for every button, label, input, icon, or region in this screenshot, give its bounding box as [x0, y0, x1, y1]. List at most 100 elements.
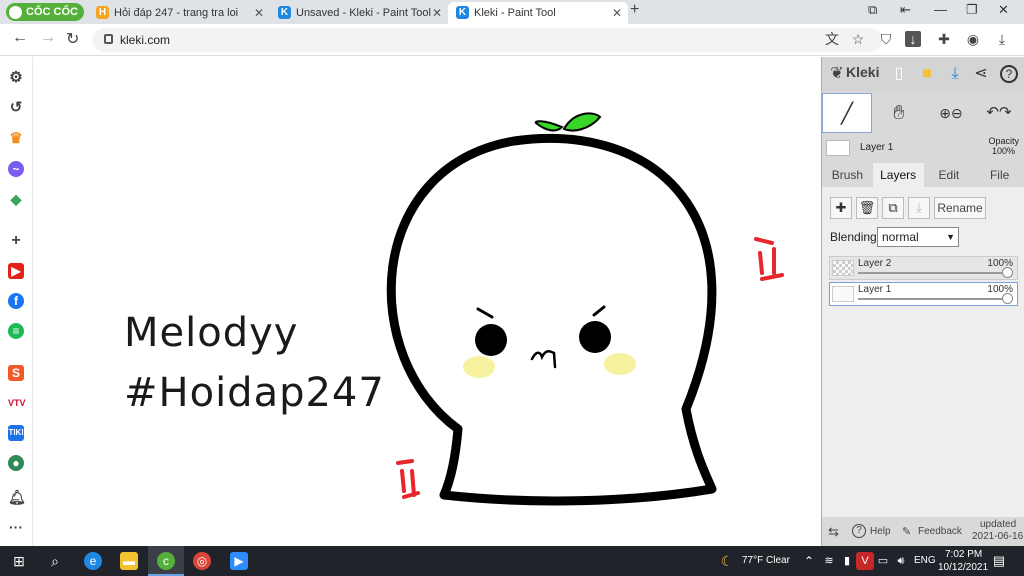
save-download-icon[interactable]: ⤓ [946, 65, 964, 83]
forward-icon[interactable]: → [40, 29, 56, 47]
left-eye [475, 324, 507, 356]
help-circle-icon: ? [852, 524, 866, 538]
youtube-icon[interactable]: ▶ [8, 263, 24, 279]
layer-opacity-knob[interactable] [1002, 267, 1013, 278]
minimize-icon[interactable]: — [934, 2, 947, 17]
weather-text[interactable]: 77°F Clear [742, 555, 790, 566]
layer-opacity-knob[interactable] [1002, 293, 1013, 304]
tab-brush[interactable]: Brush [822, 163, 873, 187]
volume-icon[interactable]: 🔊︎ [892, 552, 910, 570]
notification-icon[interactable]: ▤ [990, 552, 1008, 570]
layers-panel: ✚ 🗑︎ ⧉ ⤓ Rename Blending normal ▼ Layer … [822, 187, 1024, 517]
crown-icon[interactable]: ♛ [8, 131, 24, 147]
network-icon[interactable]: ▭ [874, 552, 892, 570]
right-eye [579, 321, 611, 353]
close-window-icon[interactable]: ✕ [998, 2, 1009, 18]
close-tab-icon[interactable]: ✕ [432, 2, 442, 24]
lock-icon [104, 34, 113, 44]
blending-select[interactable]: normal ▼ [877, 227, 959, 247]
downloads-icon[interactable]: ⤓ [994, 31, 1010, 47]
help-icon[interactable]: ? [1000, 65, 1018, 83]
tab-layers[interactable]: Layers [872, 163, 924, 187]
tab-edit[interactable]: Edit [924, 163, 975, 187]
history-icon[interactable]: ↺ [8, 100, 24, 116]
zoom-icon: ⊕⊖ [939, 105, 963, 121]
messenger-icon[interactable]: ~ [8, 161, 24, 177]
restore-icon[interactable]: ❐ [966, 2, 978, 18]
tab-hoidap[interactable]: H Hỏi đáp 247 - trang tra loi ✕ [88, 2, 270, 24]
close-tab-icon[interactable]: ✕ [254, 2, 264, 24]
soccer-icon[interactable]: ● [8, 455, 24, 471]
tab-kleki-active[interactable]: K Kleki - Paint Tool ✕ [448, 2, 628, 24]
profile-icon[interactable]: ◉ [965, 31, 981, 47]
bookmark-star-icon[interactable]: ☆ [850, 31, 866, 47]
windows-start-icon[interactable]: ⊞ [10, 552, 28, 570]
new-image-icon[interactable]: ▯ [890, 65, 908, 83]
zoom-button[interactable]: ⊕⊖ [926, 93, 976, 133]
duplicate-layer-icon[interactable]: ⧉ [882, 197, 904, 219]
updated-date: 2021-06-16 [972, 531, 1024, 542]
vtv-icon[interactable]: VTV [8, 395, 26, 411]
doodle-drawing [386, 112, 784, 506]
rename-button[interactable]: Rename [934, 197, 986, 219]
coccoc-taskbar-icon[interactable]: c [157, 552, 175, 570]
translate-icon[interactable]: 文 [824, 31, 840, 47]
shield-icon[interactable]: ⛉ [878, 31, 894, 47]
tab-file[interactable]: File [974, 163, 1024, 187]
search-icon[interactable]: ⌕ [46, 552, 64, 570]
layer-opacity-slider[interactable] [858, 298, 1006, 300]
kleki-footer: ⇆ ? Help ✎ Feedback updated 2021-06-16 [822, 517, 1024, 546]
tab-search-icon[interactable]: ⧉ [868, 2, 877, 18]
layer-row-2[interactable]: Layer 2 100% [829, 256, 1018, 280]
mic-icon[interactable]: ▮ [838, 552, 856, 570]
zoom-app-icon[interactable]: ▶ [230, 552, 248, 570]
edge-icon[interactable]: e [84, 552, 102, 570]
url-field[interactable]: kleki.com [92, 28, 882, 52]
add-icon[interactable]: + [8, 233, 24, 249]
clock-time[interactable]: 7:02 PM [945, 549, 982, 560]
brush-icon: ╱ [840, 103, 854, 125]
coccoc-menu-button[interactable]: CỐC CỐC [6, 3, 84, 21]
layer-row-1[interactable]: Layer 1 100% [829, 282, 1018, 306]
head-outline [386, 133, 717, 506]
tiki-icon[interactable]: TIKI [8, 425, 24, 441]
new-tab-icon[interactable]: + [630, 1, 639, 19]
undo-redo-button[interactable]: ↶↷ [974, 93, 1024, 133]
hand-tool-button[interactable]: ✋︎ [874, 93, 924, 133]
wifi-icon[interactable]: ≋ [820, 552, 838, 570]
more-icon[interactable]: ··· [8, 519, 24, 535]
gamepad-icon[interactable]: ◆ [8, 191, 24, 207]
address-bar: ← → ↻ kleki.com 文 ☆ ⛉ ↓ ✚ ◉ ⤓ [0, 24, 1024, 56]
opacity-label: Opacity [988, 136, 1019, 146]
chrome-icon[interactable]: ◎ [193, 552, 211, 570]
share-icon[interactable]: ⋖ [972, 65, 990, 83]
pin-icon[interactable]: ⇤ [900, 2, 911, 18]
drawing-canvas[interactable]: Melodyy #Hoidap247 [34, 57, 821, 546]
download-box-icon[interactable]: ↓ [905, 31, 921, 47]
swap-icon[interactable]: ⇆ [828, 524, 839, 540]
app-v-icon[interactable]: V [856, 552, 874, 570]
anger-mark-right [754, 237, 784, 281]
shopee-icon[interactable]: S [8, 365, 24, 381]
bell-icon[interactable]: 🔔︎ [8, 489, 26, 505]
settings-gear-icon[interactable]: ⚙ [8, 70, 24, 86]
delete-layer-icon[interactable]: 🗑︎ [856, 197, 878, 219]
file-explorer-icon[interactable]: ▬ [120, 552, 138, 570]
spotify-icon[interactable]: ≡ [8, 323, 24, 339]
extensions-icon[interactable]: ✚ [936, 31, 952, 47]
tab-kleki-unsaved[interactable]: K Unsaved - Kleki - Paint Tool ✕ [270, 2, 448, 24]
feedback-link[interactable]: Feedback [918, 526, 962, 537]
brush-tool-button[interactable]: ╱ [822, 93, 872, 133]
open-folder-icon[interactable]: ■ [918, 65, 936, 83]
facebook-icon[interactable]: f [8, 293, 24, 309]
add-layer-icon[interactable]: ✚ [830, 197, 852, 219]
language-indicator[interactable]: ENG [914, 555, 936, 566]
reload-icon[interactable]: ↻ [66, 29, 79, 49]
clock-date[interactable]: 10/12/2021 [938, 562, 988, 573]
merge-down-icon[interactable]: ⤓ [908, 197, 930, 219]
help-link[interactable]: Help [870, 526, 891, 537]
layer-opacity-slider[interactable] [858, 272, 1006, 274]
tray-chevron-icon[interactable]: ⌃ [800, 552, 818, 570]
back-icon[interactable]: ← [12, 29, 28, 47]
close-tab-icon[interactable]: ✕ [612, 2, 622, 24]
